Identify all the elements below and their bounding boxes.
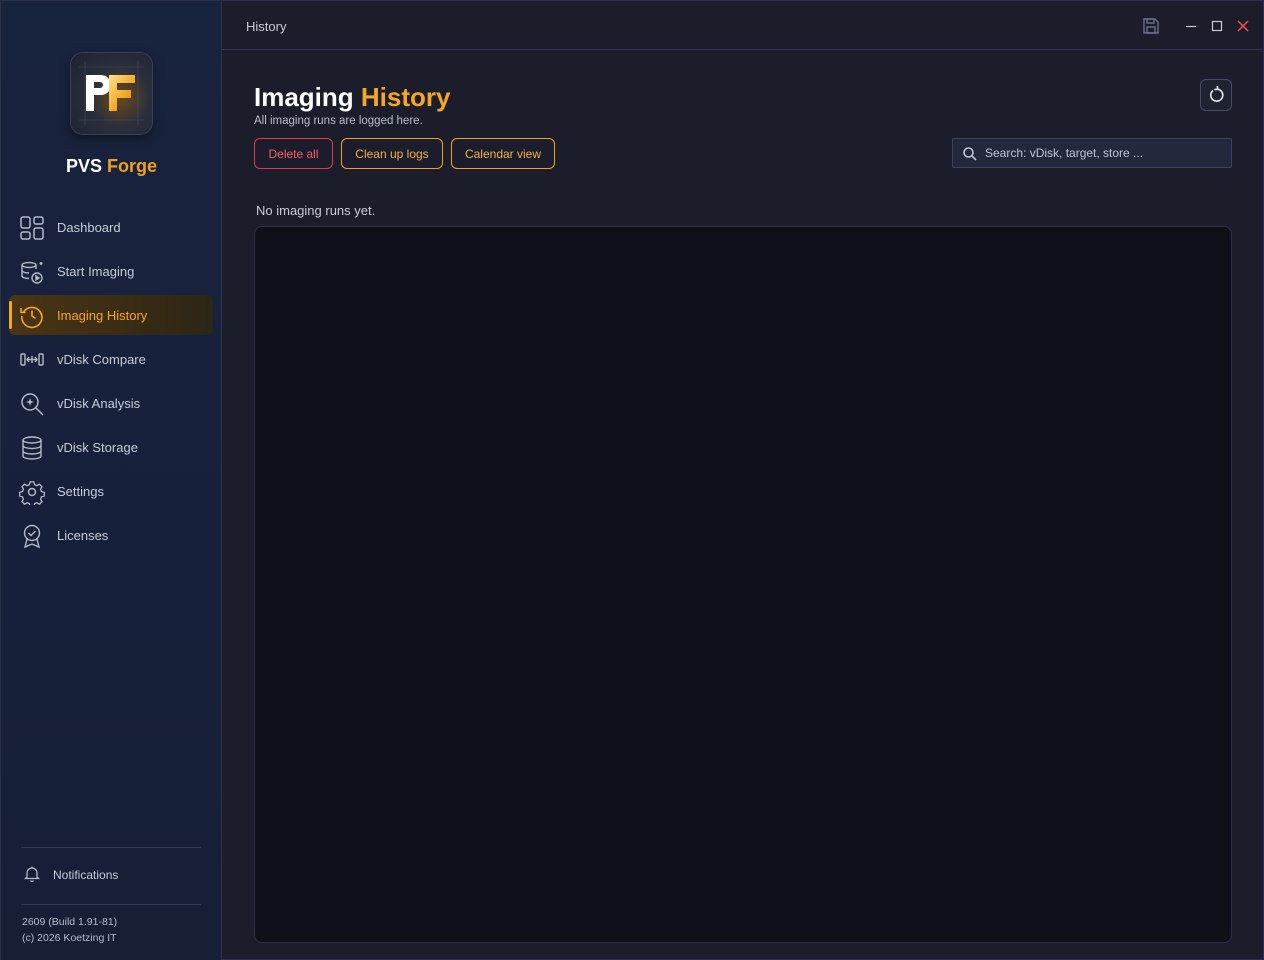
- sidebar-item-vdisk-analysis[interactable]: vDisk Analysis: [9, 383, 213, 423]
- bell-icon: [23, 865, 41, 883]
- sidebar-item-label: vDisk Compare: [57, 352, 146, 367]
- save-button[interactable]: [1140, 15, 1162, 37]
- search-input[interactable]: [985, 139, 1225, 167]
- sidebar-item-imaging-history[interactable]: Imaging History: [9, 295, 213, 335]
- app-window: PVS Forge Dashboard Start Imaging Imagin…: [0, 0, 1264, 960]
- sidebar-divider: [21, 904, 201, 905]
- start-imaging-icon: [19, 259, 45, 285]
- app-name-part2: Forge: [107, 156, 158, 176]
- maximize-icon: [1211, 20, 1223, 32]
- calendar-view-button[interactable]: Calendar view: [451, 138, 555, 169]
- page-title-part2: History: [360, 82, 451, 112]
- clean-up-logs-button[interactable]: Clean up logs: [341, 138, 443, 169]
- analysis-icon: [19, 391, 45, 417]
- app-logo: [71, 53, 152, 134]
- close-icon: [1237, 20, 1249, 32]
- search-icon: [962, 146, 978, 162]
- sidebar-item-licenses[interactable]: Licenses: [9, 515, 213, 555]
- notifications-button[interactable]: Notifications: [21, 863, 201, 887]
- notifications-label: Notifications: [53, 868, 119, 882]
- minimize-button[interactable]: [1180, 15, 1202, 37]
- copyright-line: (c) 2026 Koetzing IT: [22, 932, 117, 944]
- sidebar-divider: [21, 847, 201, 848]
- sidebar-nav: Dashboard Start Imaging Imaging History …: [9, 207, 213, 559]
- sidebar-item-settings[interactable]: Settings: [9, 471, 213, 511]
- refresh-icon: [1210, 85, 1224, 102]
- version-info: 2609 (Build 1.91-81) (c) 2026 Koetzing I…: [22, 914, 117, 946]
- sidebar-item-label: Settings: [57, 484, 104, 499]
- page-title: Imaging History: [254, 82, 450, 113]
- sidebar-item-vdisk-storage[interactable]: vDisk Storage: [9, 427, 213, 467]
- compare-icon: [19, 347, 45, 373]
- sidebar-item-label: vDisk Storage: [57, 440, 138, 455]
- maximize-button[interactable]: [1206, 15, 1228, 37]
- version-line: 2609 (Build 1.91-81): [22, 916, 118, 928]
- sidebar-item-label: Licenses: [57, 528, 109, 543]
- main-content: Imaging History All imaging runs are log…: [222, 50, 1264, 960]
- license-icon: [19, 523, 45, 549]
- history-icon: [19, 303, 45, 329]
- app-name: PVS Forge: [1, 156, 222, 177]
- sidebar-item-label: Dashboard: [57, 220, 121, 235]
- sidebar-item-start-imaging[interactable]: Start Imaging: [9, 251, 213, 291]
- gear-icon: [18, 479, 45, 508]
- refresh-button[interactable]: [1200, 79, 1232, 111]
- search-box: [952, 138, 1232, 168]
- history-list[interactable]: [254, 226, 1232, 943]
- save-icon: [1143, 18, 1159, 34]
- delete-all-button[interactable]: Delete all: [254, 138, 333, 169]
- empty-state-message: No imaging runs yet.: [256, 203, 376, 218]
- sidebar-item-label: Start Imaging: [57, 264, 135, 279]
- sidebar-item-dashboard[interactable]: Dashboard: [9, 207, 213, 247]
- sidebar-item-vdisk-compare[interactable]: vDisk Compare: [9, 339, 213, 379]
- window-title: History: [246, 19, 287, 34]
- storage-icon: [19, 435, 45, 461]
- dashboard-icon: [19, 215, 45, 241]
- title-bar: History: [222, 1, 1264, 50]
- sidebar: PVS Forge Dashboard Start Imaging Imagin…: [1, 1, 222, 960]
- page-subtitle: All imaging runs are logged here.: [254, 115, 423, 127]
- close-button[interactable]: [1232, 15, 1254, 37]
- page-title-part1: Imaging: [254, 82, 354, 112]
- sidebar-item-label: vDisk Analysis: [57, 396, 141, 411]
- app-name-part1: PVS: [65, 156, 102, 176]
- sidebar-item-label: Imaging History: [57, 308, 148, 323]
- minimize-icon: [1186, 25, 1196, 28]
